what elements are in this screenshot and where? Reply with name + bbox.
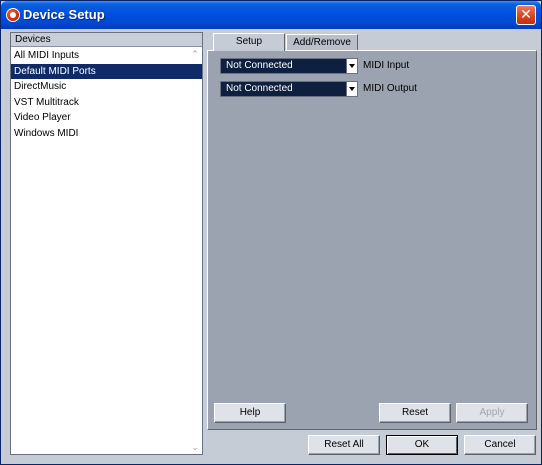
close-icon: ✕ xyxy=(520,6,532,22)
title-bar[interactable]: Device Setup ✕ xyxy=(1,1,541,29)
reset-all-button[interactable]: Reset All xyxy=(308,435,380,455)
midi-input-select[interactable]: Not Connected xyxy=(220,58,358,74)
midi-output-label: MIDI Output xyxy=(363,83,417,94)
scroll-up-icon[interactable]: ⌃ xyxy=(190,49,200,59)
window-title: Device Setup xyxy=(23,7,105,22)
cubase-logo-icon xyxy=(6,8,20,22)
reset-button[interactable]: Reset xyxy=(379,403,451,423)
device-item-default-midi-ports[interactable]: Default MIDI Ports xyxy=(11,63,202,79)
midi-output-select[interactable]: Not Connected xyxy=(220,81,358,97)
device-item-windows-midi[interactable]: Windows MIDI xyxy=(11,126,202,142)
chevron-down-icon[interactable] xyxy=(346,82,357,96)
close-button[interactable]: ✕ xyxy=(516,5,536,25)
scroll-down-icon[interactable]: ⌄ xyxy=(190,442,200,452)
device-item-video-player[interactable]: Video Player xyxy=(11,110,202,126)
tab-add-remove[interactable]: Add/Remove xyxy=(286,34,358,50)
midi-input-value: Not Connected xyxy=(226,60,293,71)
device-item-all-midi-inputs[interactable]: All MIDI Inputs xyxy=(11,48,202,64)
ok-button[interactable]: OK xyxy=(386,435,458,455)
help-button[interactable]: Help xyxy=(214,403,286,423)
midi-output-value: Not Connected xyxy=(226,83,293,94)
devices-list: All MIDI Inputs Default MIDI Ports Direc… xyxy=(11,48,202,141)
midi-input-label: MIDI Input xyxy=(363,60,410,71)
settings-panel: Not Connected MIDI Input Not Connected M… xyxy=(207,50,537,430)
devices-header: Devices xyxy=(11,33,202,47)
device-item-directmusic[interactable]: DirectMusic xyxy=(11,79,202,95)
apply-button[interactable]: Apply xyxy=(456,403,528,423)
devices-list-panel[interactable]: Devices All MIDI Inputs Default MIDI Por… xyxy=(10,32,203,455)
device-setup-window: Device Setup ✕ Devices All MIDI Inputs D… xyxy=(0,0,542,465)
device-item-vst-multitrack[interactable]: VST Multitrack xyxy=(11,95,202,111)
tab-setup[interactable]: Setup xyxy=(213,33,285,51)
cancel-button[interactable]: Cancel xyxy=(464,435,536,455)
chevron-down-icon[interactable] xyxy=(346,59,357,73)
